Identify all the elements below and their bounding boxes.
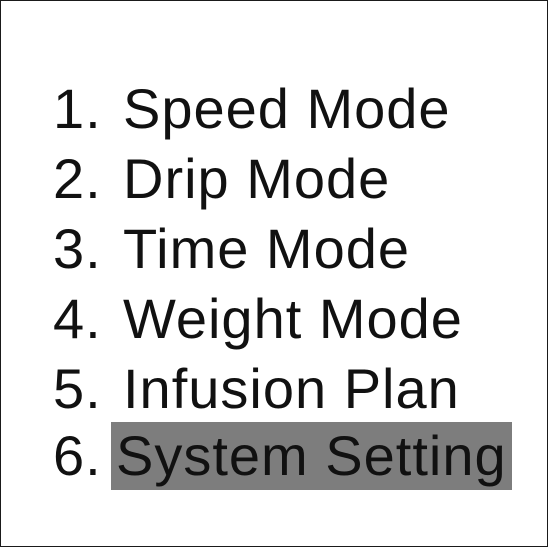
menu-item-infusion-plan[interactable]: 5. Infusion Plan <box>53 359 464 419</box>
menu-item-label: Speed Mode <box>123 77 451 140</box>
menu-item-system-setting[interactable]: 6. System Setting <box>53 422 512 490</box>
menu-item-drip-mode[interactable]: 2. Drip Mode <box>53 149 394 209</box>
menu-item-number: 4. <box>53 287 102 350</box>
menu-item-weight-mode[interactable]: 4. Weight Mode <box>53 289 467 349</box>
menu-item-number: 2. <box>53 147 102 210</box>
menu-item-number: 1. <box>53 77 102 140</box>
menu-item-number: 6. <box>53 424 102 487</box>
menu-item-label-selected: System Setting <box>111 422 512 490</box>
menu-item-number: 5. <box>53 357 102 420</box>
menu-item-time-mode[interactable]: 3. Time Mode <box>53 219 414 279</box>
menu-item-speed-mode[interactable]: 1. Speed Mode <box>53 79 455 139</box>
menu-item-label: Drip Mode <box>123 147 391 210</box>
device-screen: 1. Speed Mode 2. Drip Mode 3. Time Mode … <box>0 0 548 547</box>
menu-item-label: Time Mode <box>123 217 411 280</box>
menu-item-label: Weight Mode <box>123 287 463 350</box>
menu-item-label: Infusion Plan <box>123 357 460 420</box>
menu-item-number: 3. <box>53 217 102 280</box>
main-menu: 1. Speed Mode 2. Drip Mode 3. Time Mode … <box>1 1 547 546</box>
